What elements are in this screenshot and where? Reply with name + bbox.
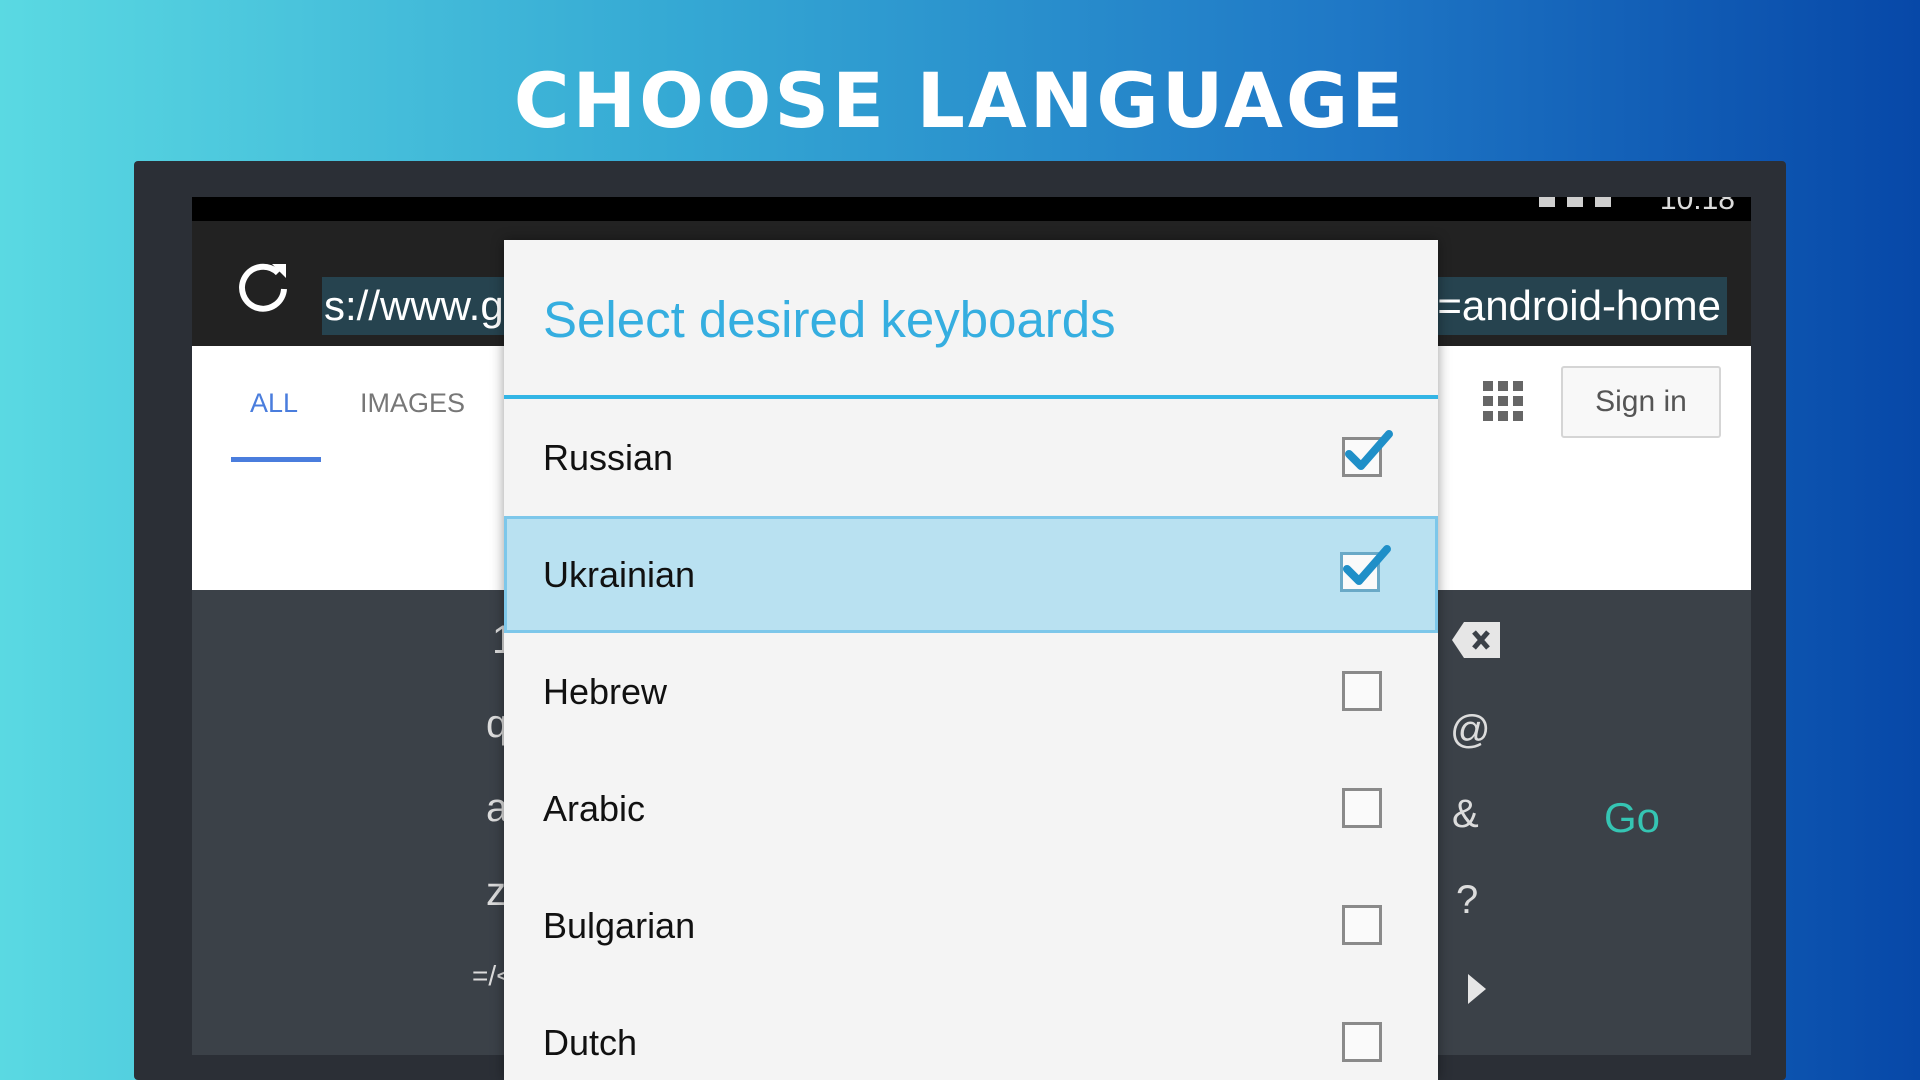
- language-row-bulgarian[interactable]: Bulgarian: [504, 867, 1438, 984]
- apps-grid-icon[interactable]: [1483, 381, 1523, 421]
- language-checkbox[interactable]: [1342, 430, 1393, 477]
- language-checkbox[interactable]: [1342, 671, 1382, 711]
- tab-images[interactable]: IMAGES: [360, 388, 465, 419]
- signal-icon: [1567, 197, 1583, 207]
- language-row-russian[interactable]: Russian: [504, 399, 1438, 516]
- key-question[interactable]: ?: [1456, 878, 1478, 923]
- language-label: Hebrew: [543, 671, 668, 712]
- key-z[interactable]: z: [486, 870, 506, 915]
- language-row-arabic[interactable]: Arabic: [504, 750, 1438, 867]
- language-label: Russian: [543, 437, 674, 478]
- status-bar: 10:18: [192, 197, 1751, 221]
- go-key[interactable]: Go: [1604, 794, 1660, 842]
- language-checkbox[interactable]: [1342, 788, 1382, 828]
- language-row-ukrainian[interactable]: Ukrainian: [504, 516, 1438, 633]
- status-icons: [1539, 197, 1611, 207]
- reload-icon[interactable]: [232, 256, 294, 318]
- language-list: Russian Ukrainian Hebrew Arabic Bulgarian Dut…: [504, 399, 1438, 1080]
- dialog-title: Select desired keyboards: [543, 291, 1116, 348]
- language-row-dutch[interactable]: Dutch: [504, 984, 1438, 1080]
- status-time: 10:18: [1659, 197, 1735, 216]
- select-keyboards-dialog: Select desired keyboards Russian Ukrainia…: [504, 240, 1438, 1080]
- key-ampersand[interactable]: &: [1452, 792, 1479, 837]
- backspace-icon[interactable]: [1450, 620, 1502, 660]
- sign-in-button[interactable]: Sign in: [1561, 366, 1721, 438]
- language-checkbox[interactable]: [1340, 545, 1391, 592]
- battery-icon: [1595, 197, 1611, 207]
- language-checkbox[interactable]: [1342, 1022, 1382, 1062]
- language-label: Bulgarian: [543, 905, 696, 946]
- tab-all[interactable]: ALL: [250, 388, 298, 419]
- language-row-hebrew[interactable]: Hebrew: [504, 633, 1438, 750]
- wifi-icon: [1539, 197, 1555, 207]
- language-label: Dutch: [543, 1022, 638, 1063]
- language-checkbox[interactable]: [1342, 905, 1382, 945]
- checkmark-icon: [1345, 430, 1393, 470]
- checkmark-icon: [1343, 545, 1391, 585]
- language-label: Arabic: [543, 788, 646, 829]
- arrow-right-icon[interactable]: [1466, 972, 1488, 1006]
- promo-title: CHOOSE LANGUAGE: [513, 56, 1407, 145]
- url-text-left: s://www.g: [324, 282, 504, 329]
- tab-active-indicator: [231, 457, 321, 462]
- url-text-right: =android-home: [1437, 282, 1721, 329]
- language-label: Ukrainian: [543, 554, 696, 595]
- key-at[interactable]: @: [1450, 708, 1491, 753]
